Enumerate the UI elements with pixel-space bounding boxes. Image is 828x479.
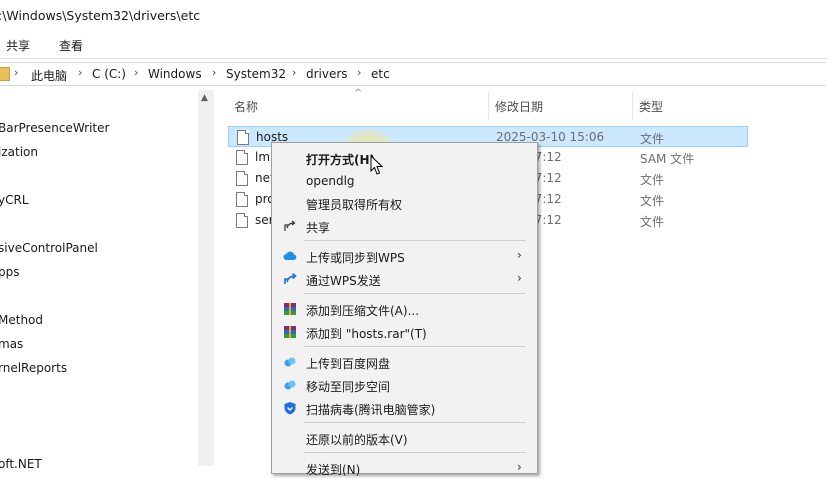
menu-item-add-hosts-rar[interactable]: 添加到 "hosts.rar"(T) [272,321,537,343]
file-icon [236,213,248,228]
title-bar: :\Windows\System32\drivers\etc [0,0,828,32]
menu-item-baidu-move[interactable]: 移动至同步空间 [272,374,537,396]
menu-item-share[interactable]: 共享 [272,215,537,237]
nav-item[interactable]: oft.NET [0,457,42,471]
baidu-netdisk-icon [284,357,296,367]
nav-item[interactable]: pps [0,265,20,279]
nav-item[interactable]: BarPresenceWriter [0,121,109,135]
file-type: 文件 [640,173,665,187]
nav-item[interactable]: ization [0,145,38,159]
menu-item-label: 上传或同步到WPS [306,251,405,265]
sort-ascending-icon: ^ [354,88,363,99]
mouse-cursor-icon [370,155,384,175]
menu-separator [304,422,526,423]
chevron-right-icon: › [78,66,83,79]
file-icon [237,130,249,145]
chevron-right-icon: › [517,460,522,474]
navigation-pane: BarPresenceWriter ization yCRL siveContr… [0,90,216,471]
menu-item-send-to[interactable]: 发送到(N) › [272,457,537,479]
file-type: 文件 [640,194,665,208]
column-header-type[interactable]: 类型 [639,98,663,115]
menu-item-label: 扫描病毒(腾讯电脑管家) [306,403,436,417]
crumb-windows[interactable]: Windows [148,67,202,81]
menu-item-label: 添加到 "hosts.rar"(T) [306,327,427,341]
menu-item-label: 共享 [306,221,331,235]
chevron-right-icon: › [134,66,139,79]
context-menu: 打开方式(H) opendlg 管理员取得所有权 共享 上传或同步到WPS › … [271,142,538,477]
nav-item[interactable]: mas [0,337,23,351]
menu-item-label: 发送到(N) [306,463,361,477]
nav-item[interactable]: yCRL [0,193,29,207]
menu-separator [304,240,526,241]
tab-view[interactable]: 查看 [59,37,83,54]
chevron-right-icon: › [517,248,522,262]
chevron-right-icon: › [517,271,522,285]
crumb-c-drive[interactable]: C (C:) [92,67,126,81]
file-type: SAM 文件 [640,152,695,166]
crumb-drivers[interactable]: drivers [306,67,348,81]
menu-item-wps-upload[interactable]: 上传或同步到WPS › [272,245,537,267]
ribbon-tabs: 共享 查看 [0,32,828,59]
menu-item-label: 打开方式(H) [306,153,376,167]
scroll-up-icon[interactable]: ▲ [201,93,208,103]
shield-icon [284,402,296,415]
menu-item-opendlg[interactable]: opendlg [272,170,537,192]
menu-item-label: 通过WPS发送 [306,274,381,288]
column-header-name[interactable]: 名称 [234,98,258,115]
menu-separator [304,346,526,347]
crumb-system32[interactable]: System32 [226,67,286,81]
nav-scrollbar[interactable]: ▲ [198,90,214,466]
menu-item-label: 上传到百度网盘 [306,357,391,371]
wps-cloud-icon [283,251,297,260]
file-icon [236,171,248,186]
file-icon [236,192,248,207]
column-divider[interactable] [488,92,489,120]
column-header-date[interactable]: 修改日期 [495,98,543,115]
wps-send-icon [284,272,297,284]
tab-share[interactable]: 共享 [6,37,30,54]
menu-item-take-ownership[interactable]: 管理员取得所有权 [272,192,537,214]
share-icon [284,220,296,231]
menu-item-label: opendlg [306,174,355,188]
menu-item-virus-scan[interactable]: 扫描病毒(腾讯电脑管家) [272,397,537,419]
menu-item-label: 还原以前的版本(V) [306,433,408,447]
menu-item-add-archive[interactable]: 添加到压缩文件(A)... [272,298,537,320]
winrar-icon [284,326,296,338]
column-divider[interactable] [632,92,633,120]
baidu-netdisk-icon [284,380,296,390]
chevron-right-icon: › [212,66,217,79]
menu-item-wps-send[interactable]: 通过WPS发送 › [272,268,537,290]
file-type: 文件 [640,132,665,146]
winrar-icon [284,303,296,315]
menu-item-restore-versions[interactable]: 还原以前的版本(V) [272,427,537,449]
crumb-this-pc[interactable]: 此电脑 [31,67,67,84]
menu-item-label: 移动至同步空间 [306,380,391,394]
nav-item[interactable]: Method [0,313,43,327]
menu-item-label: 管理员取得所有权 [306,198,403,212]
menu-separator [304,452,526,453]
nav-item[interactable]: siveControlPanel [0,241,98,255]
crumb-etc[interactable]: etc [371,67,390,81]
menu-item-label: 添加到压缩文件(A)... [306,304,420,318]
chevron-right-icon: › [357,66,362,79]
chevron-right-icon: › [14,66,19,79]
file-icon [236,150,248,165]
nav-item[interactable]: rnelReports [0,361,67,375]
window-title: :\Windows\System32\drivers\etc [0,8,201,23]
chevron-right-icon: › [292,66,297,79]
menu-item-baidu-upload[interactable]: 上传到百度网盘 [272,351,537,373]
menu-separator [304,293,526,294]
menu-item-open-with[interactable]: 打开方式(H) [272,147,537,169]
file-type: 文件 [640,215,665,229]
address-bar[interactable]: › 此电脑 › C (C:) › Windows › System32 › dr… [0,62,826,86]
folder-icon [0,67,10,81]
